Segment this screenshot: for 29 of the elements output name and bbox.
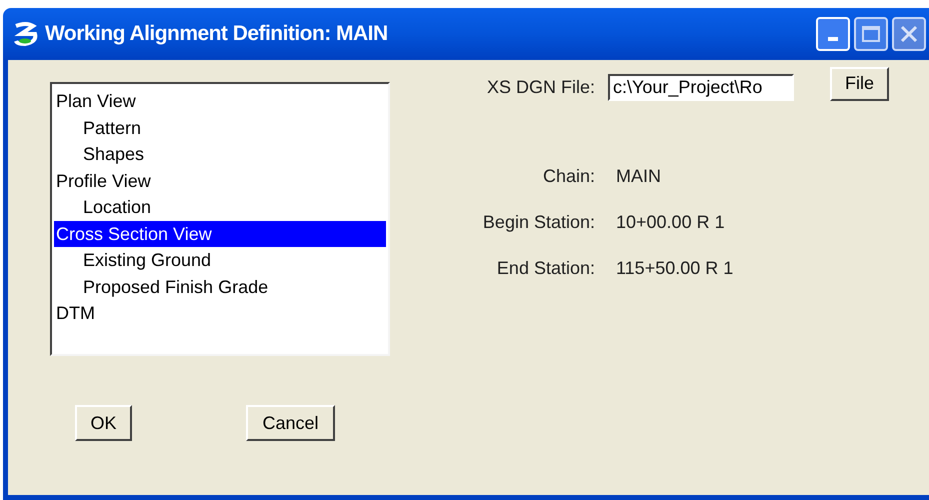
tree-item[interactable]: Shapes — [54, 141, 386, 168]
tree-item[interactable]: Proposed Finish Grade — [54, 274, 386, 300]
tree-item[interactable]: Profile View — [54, 168, 386, 194]
maximize-icon — [862, 26, 880, 42]
field-value: 10+00.00 R 1 — [616, 211, 725, 234]
tree-item[interactable]: Plan View — [54, 88, 386, 114]
tree-item[interactable]: DTM — [54, 300, 386, 326]
app-logo-icon — [13, 22, 39, 46]
tree-list[interactable]: Plan View Pattern Shapes Profile View Location Cross Section View Existing Ground Proposed Finish Grade DTM — [50, 82, 390, 356]
field-label: End Station: — [496, 257, 595, 280]
close-icon — [900, 25, 918, 43]
minimize-icon — [828, 37, 838, 41]
cancel-button[interactable]: Cancel — [246, 405, 335, 441]
field-label: Begin Station: — [482, 211, 595, 234]
tree-item[interactable]: Pattern — [54, 114, 386, 141]
tree-item[interactable]: Location — [54, 194, 386, 220]
file-button[interactable]: File — [830, 66, 889, 100]
xs-dgn-file-field[interactable]: c:\Your_Project\Ro — [608, 74, 794, 101]
ok-button[interactable]: OK — [75, 405, 132, 441]
field-value: MAIN — [616, 165, 661, 188]
field-value: 115+50.00 R 1 — [616, 257, 734, 280]
maximize-button[interactable] — [854, 17, 888, 51]
tree-item[interactable]: Existing Ground — [54, 247, 386, 274]
close-button[interactable] — [892, 17, 926, 51]
window-title: Working Alignment Definition: MAIN — [45, 21, 388, 48]
minimize-button[interactable] — [816, 17, 850, 51]
field-label: Chain: — [542, 165, 595, 188]
tree-item[interactable]: Cross Section View — [54, 220, 386, 247]
field-label: XS DGN File: — [486, 76, 595, 99]
